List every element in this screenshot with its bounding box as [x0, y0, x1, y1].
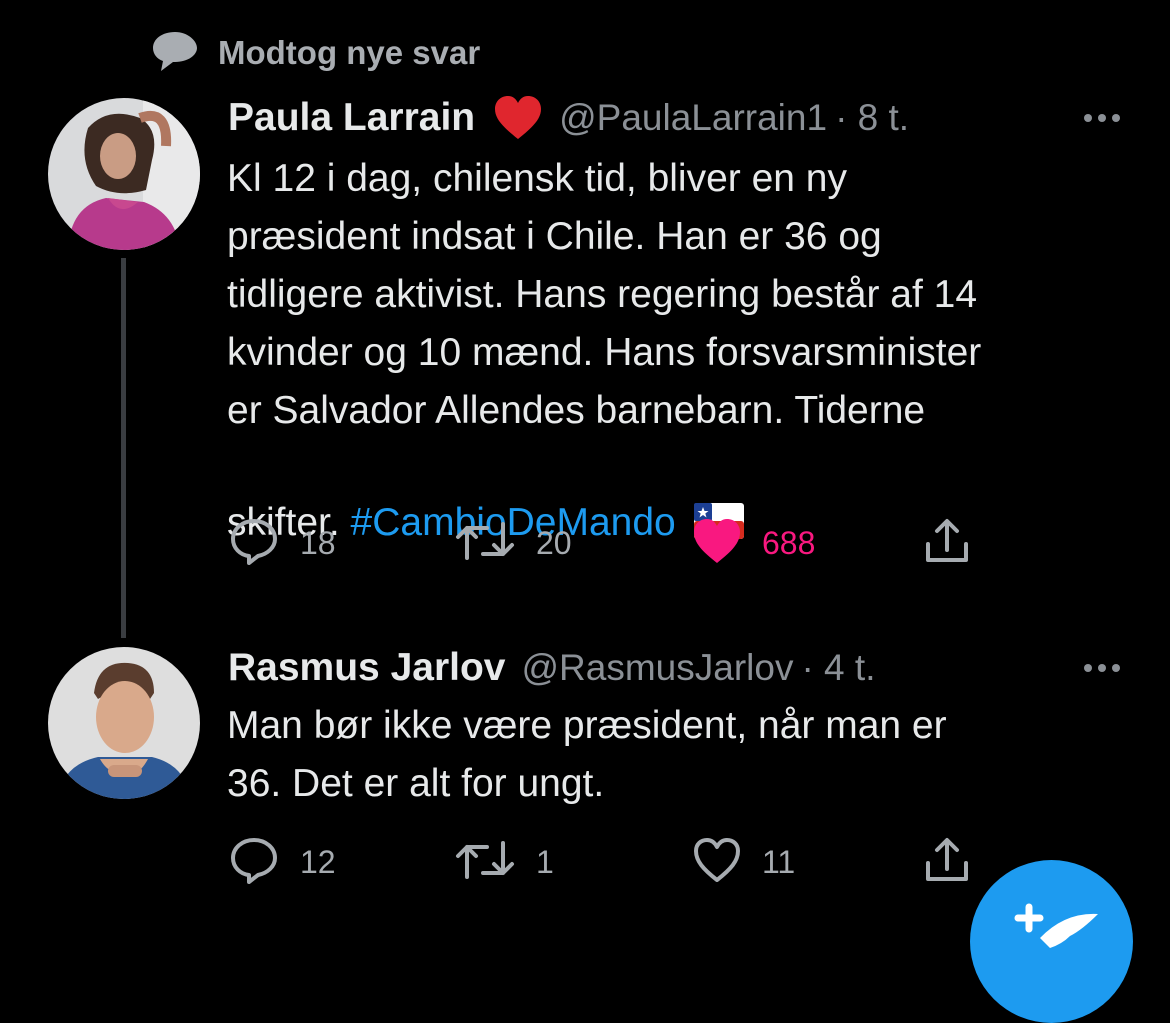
like-button[interactable]: 11	[692, 837, 795, 887]
reply-count: 18	[300, 524, 336, 561]
dot	[1098, 664, 1106, 672]
more-options-button[interactable]	[1084, 93, 1120, 143]
tweet-header: Rasmus Jarlov @RasmusJarlov · 4 t.	[228, 643, 875, 693]
dot	[1098, 114, 1106, 122]
dot	[1112, 664, 1120, 672]
heart-emoji-icon	[493, 95, 543, 141]
share-button[interactable]	[922, 518, 972, 568]
heart-outline-icon	[692, 836, 742, 889]
dot	[1112, 114, 1120, 122]
retweet-icon	[454, 837, 516, 888]
tweet-header: Paula Larrain @PaulaLarrain1 · 8 t.	[228, 93, 909, 143]
reply-icon	[228, 516, 280, 571]
reply-button[interactable]: 18	[228, 518, 336, 568]
notice-text: Modtog nye svar	[218, 34, 481, 71]
thread-connector	[121, 258, 126, 638]
author-handle[interactable]: @RasmusJarlov	[521, 647, 793, 689]
heart-filled-icon	[692, 517, 742, 570]
like-count: 688	[762, 524, 816, 561]
tweet-text: Kl 12 i dag, chilensk tid, bliver en ny …	[227, 150, 1127, 556]
reply-icon	[228, 835, 280, 890]
author-name[interactable]: Paula Larrain	[228, 96, 475, 140]
share-button[interactable]	[922, 837, 972, 887]
like-button[interactable]: 688	[692, 518, 815, 568]
tweet-text: Man bør ikke være præsident, når man er …	[227, 704, 947, 805]
author-handle[interactable]: @PaulaLarrain1	[559, 97, 827, 139]
share-icon	[922, 516, 972, 571]
reply-count: 12	[300, 843, 336, 880]
reply-button[interactable]: 12	[228, 837, 336, 887]
avatar-rasmus[interactable]	[48, 647, 200, 799]
retweet-count: 1	[536, 843, 554, 880]
retweet-icon	[454, 518, 516, 569]
tweet-text-main: Kl 12 i dag, chilensk tid, bliver en ny …	[227, 157, 982, 544]
avatar-paula[interactable]	[48, 98, 200, 250]
compose-tweet-button[interactable]	[970, 860, 1133, 1023]
author-name[interactable]: Rasmus Jarlov	[228, 646, 505, 690]
retweet-count: 20	[536, 524, 572, 561]
share-icon	[922, 835, 972, 890]
dot	[1084, 114, 1092, 122]
like-count: 11	[762, 843, 796, 880]
tweet-time[interactable]: · 4 t.	[801, 647, 875, 689]
speech-bubble-icon	[150, 29, 200, 78]
dot	[1084, 664, 1092, 672]
more-options-button[interactable]	[1084, 643, 1120, 693]
retweet-button[interactable]: 1	[454, 837, 554, 887]
tweet-time[interactable]: · 8 t.	[835, 97, 909, 139]
new-replies-notice[interactable]: Modtog nye svar	[150, 30, 480, 76]
retweet-button[interactable]: 20	[454, 518, 572, 568]
